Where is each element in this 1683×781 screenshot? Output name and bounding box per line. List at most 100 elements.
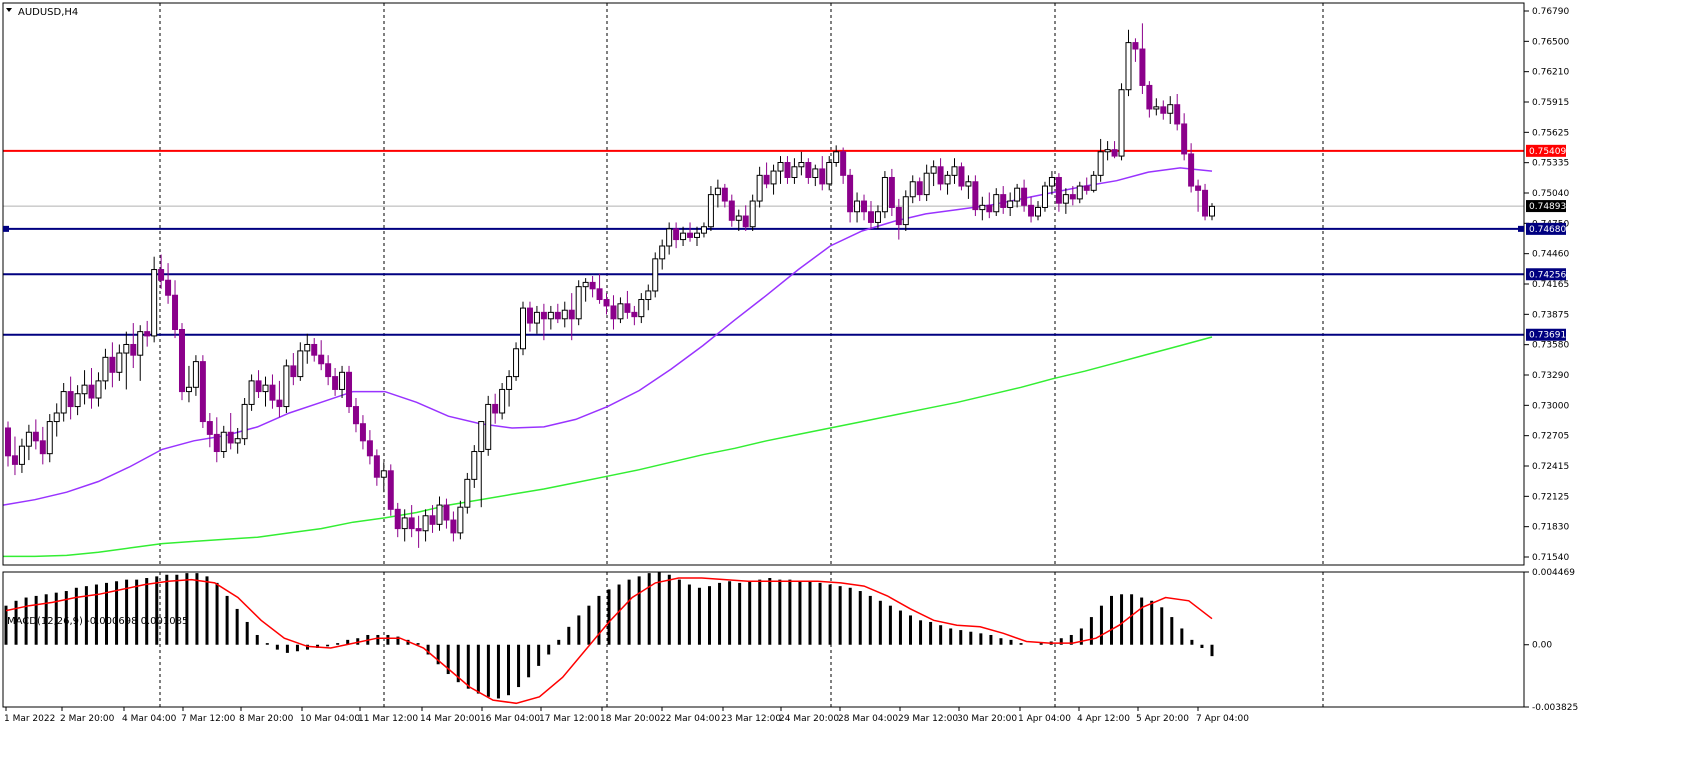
candle-body bbox=[888, 176, 895, 208]
time-tick-label: 4 Mar 04:00 bbox=[122, 714, 177, 724]
time-tick-label: 29 Mar 12:00 bbox=[898, 714, 958, 724]
candle-body bbox=[826, 162, 833, 185]
symbol-label: AUDUSD,H4 bbox=[18, 7, 78, 18]
candle-body bbox=[993, 194, 1000, 213]
candle-body bbox=[81, 384, 88, 395]
time-tick-label: 5 Apr 20:00 bbox=[1136, 714, 1189, 724]
candle-body bbox=[847, 174, 854, 213]
candle-body bbox=[450, 519, 457, 534]
candle-body bbox=[645, 290, 652, 301]
candle-body bbox=[700, 226, 707, 234]
candle-body bbox=[387, 470, 394, 510]
candle-body bbox=[276, 399, 283, 408]
candle-body bbox=[1111, 149, 1118, 157]
time-tick-label: 1 Mar 2022 bbox=[4, 714, 55, 724]
candle-body bbox=[443, 504, 450, 521]
candle-body bbox=[1195, 185, 1202, 191]
candle-body bbox=[714, 187, 721, 196]
candle-body bbox=[53, 412, 60, 423]
candle-body bbox=[867, 211, 874, 223]
candle-body bbox=[756, 174, 763, 202]
candle-body bbox=[1021, 187, 1028, 206]
candle-body bbox=[492, 403, 499, 414]
candle-body bbox=[1062, 194, 1069, 204]
candle-body bbox=[930, 166, 937, 174]
candle-body bbox=[165, 279, 172, 296]
time-tick-label: 24 Mar 20:00 bbox=[779, 714, 839, 724]
candle-body bbox=[631, 311, 638, 318]
time-tick-label: 23 Mar 12:00 bbox=[721, 714, 781, 724]
time-tick-label: 18 Mar 20:00 bbox=[600, 714, 660, 724]
candle-body bbox=[965, 181, 972, 187]
candle-body bbox=[172, 294, 179, 330]
candle-body bbox=[415, 528, 422, 532]
candle-body bbox=[547, 311, 554, 320]
candle-body bbox=[234, 438, 241, 444]
macd-tick-label: 0.00 bbox=[1532, 641, 1552, 651]
time-tick-label: 7 Apr 04:00 bbox=[1196, 714, 1249, 724]
candle-body bbox=[861, 200, 868, 213]
candle-body bbox=[624, 303, 631, 313]
candle-body bbox=[749, 200, 756, 228]
candle-body bbox=[283, 365, 290, 408]
candle-body bbox=[526, 307, 533, 324]
candle-body bbox=[457, 506, 464, 534]
level-anchor-right bbox=[1518, 225, 1524, 232]
chart-canvas[interactable]: 0.76790 0.76500 0.76210 0.75915 0.75625 0.753… bbox=[0, 0, 1683, 781]
candle-body bbox=[241, 403, 248, 440]
candle-body bbox=[958, 166, 965, 187]
candle-body bbox=[380, 470, 387, 478]
candle-body bbox=[304, 343, 311, 352]
candle-body bbox=[680, 232, 687, 241]
candle-body bbox=[554, 311, 561, 320]
candle-body bbox=[923, 172, 930, 196]
candle-body bbox=[5, 427, 11, 457]
candle-body bbox=[819, 168, 826, 185]
price-tick-label: 0.75915 bbox=[1532, 98, 1569, 108]
level-price-label: 0.74256 bbox=[1529, 270, 1566, 280]
candle-body bbox=[1035, 206, 1042, 217]
level-price-label: 0.74680 bbox=[1529, 225, 1566, 235]
candle-body bbox=[673, 228, 680, 241]
candle-body bbox=[339, 371, 346, 390]
candle-body bbox=[533, 311, 540, 324]
candle-body bbox=[325, 363, 332, 378]
candle-body bbox=[1090, 174, 1097, 191]
time-tick-label: 10 Mar 04:00 bbox=[300, 714, 360, 724]
candle-body bbox=[373, 455, 380, 478]
candle-body bbox=[568, 309, 575, 320]
price-tick-label: 0.76790 bbox=[1532, 7, 1569, 17]
level-anchor-left bbox=[3, 225, 9, 232]
candle-body bbox=[874, 211, 881, 223]
candle-body bbox=[178, 328, 185, 393]
candle-body bbox=[485, 403, 492, 450]
candle-body bbox=[596, 288, 603, 301]
candle-body bbox=[436, 504, 443, 525]
candle-body bbox=[46, 421, 53, 455]
price-tick-label: 0.74460 bbox=[1532, 250, 1569, 260]
candle-body bbox=[721, 187, 728, 202]
candle-body bbox=[589, 281, 596, 290]
candle-body bbox=[151, 269, 158, 337]
candle-body bbox=[499, 388, 506, 414]
candle-body bbox=[220, 431, 227, 453]
candle-body bbox=[199, 361, 206, 423]
candle-body bbox=[248, 380, 255, 405]
current-price-label: 0.74893 bbox=[1529, 202, 1566, 212]
macd-tick-label: -0.003825 bbox=[1532, 703, 1578, 713]
candle-body bbox=[1153, 106, 1160, 110]
macd-tick-label: 0.004469 bbox=[1532, 568, 1575, 578]
time-tick-label: 11 Mar 12:00 bbox=[358, 714, 418, 724]
candle-body bbox=[1048, 176, 1055, 187]
price-tick-label: 0.76500 bbox=[1532, 37, 1569, 47]
candle-body bbox=[1118, 89, 1125, 157]
candle-body bbox=[693, 232, 700, 238]
price-tick-label: 0.73290 bbox=[1532, 371, 1569, 381]
time-tick-label: 16 Mar 04:00 bbox=[480, 714, 540, 724]
time-tick-label: 2 Mar 20:00 bbox=[60, 714, 115, 724]
candle-body bbox=[185, 386, 192, 393]
candle-body bbox=[1014, 187, 1021, 202]
candle-body bbox=[540, 311, 547, 320]
candle-body bbox=[1167, 104, 1174, 114]
candle-body bbox=[429, 515, 436, 525]
